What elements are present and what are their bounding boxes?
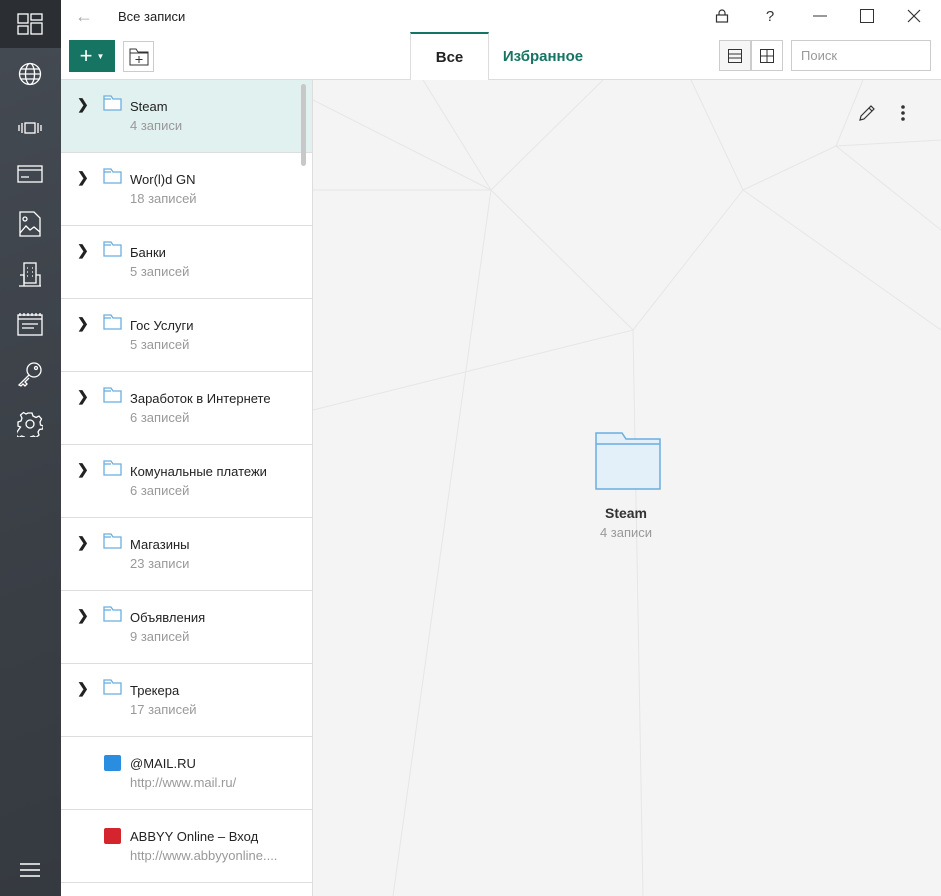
- close-icon[interactable]: [902, 4, 926, 28]
- more-options-icon[interactable]: [900, 104, 906, 127]
- folder-icon: [103, 387, 122, 408]
- chevron-right-icon[interactable]: ❯: [77, 388, 89, 405]
- entry-list: ❯ Steam 4 записи ❯ Wor(l)d GN 18 записей ❯ Банк…: [61, 80, 313, 896]
- chevron-right-icon[interactable]: ❯: [77, 242, 89, 259]
- menu-hamburger-icon[interactable]: [15, 855, 45, 885]
- nav-globe-icon[interactable]: [15, 59, 45, 89]
- new-folder-button[interactable]: [123, 41, 154, 72]
- item-name: @MAIL.RU: [130, 756, 196, 771]
- list-item[interactable]: ❯ Wor(l)d GN 18 записей: [61, 153, 312, 226]
- help-icon[interactable]: ?: [758, 4, 782, 28]
- nav-key-icon[interactable]: [15, 359, 45, 389]
- search-input[interactable]: [791, 40, 931, 71]
- item-name: Комунальные платежи: [130, 464, 267, 479]
- list-item[interactable]: ❯ Магазины 23 записи: [61, 518, 312, 591]
- item-subtitle: 17 записей: [130, 702, 197, 717]
- site-favicon-icon: [104, 755, 121, 771]
- nav-devices-icon[interactable]: [15, 113, 45, 143]
- lock-icon[interactable]: [710, 4, 734, 28]
- chevron-right-icon[interactable]: ❯: [77, 680, 89, 697]
- detail-count: 4 записи: [599, 525, 653, 540]
- item-name: ABBYY Online – Вход: [130, 829, 259, 844]
- list-item[interactable]: ❯ Объявления 9 записей: [61, 591, 312, 664]
- item-subtitle: http://www.abbyyonline....: [130, 848, 278, 863]
- minimize-icon[interactable]: [808, 4, 832, 28]
- list-item[interactable]: ❯ Гос Услуги 5 записей: [61, 299, 312, 372]
- chevron-right-icon[interactable]: ❯: [77, 607, 89, 624]
- item-subtitle: 18 записей: [130, 191, 197, 206]
- item-subtitle: http://www.mail.ru/: [130, 775, 237, 790]
- arrow-left-icon[interactable]: ←: [75, 6, 93, 27]
- folder-large-icon: [593, 432, 663, 495]
- edit-pencil-icon[interactable]: [858, 104, 876, 127]
- folder-icon: [103, 241, 122, 262]
- plus-icon: +: [79, 43, 93, 68]
- item-name: Wor(l)d GN: [130, 172, 196, 187]
- folder-icon: [103, 168, 122, 189]
- top-bar: ← Все записи ? + ▼ Все Избранное: [61, 0, 941, 81]
- nav-rail: [0, 0, 61, 896]
- chevron-right-icon[interactable]: ❯: [77, 169, 89, 186]
- list-item[interactable]: @MAIL.RU http://www.mail.ru/: [61, 737, 312, 810]
- chevron-right-icon[interactable]: ❯: [77, 461, 89, 478]
- list-item[interactable]: ❯ Steam 4 записи: [61, 80, 312, 153]
- chevron-right-icon[interactable]: ❯: [77, 96, 89, 113]
- item-name: Steam: [130, 99, 168, 114]
- grid-view-button[interactable]: [751, 40, 783, 71]
- list-item[interactable]: ❯ Трекера 17 записей: [61, 664, 312, 737]
- nav-notes-icon[interactable]: [15, 309, 45, 339]
- detail-pane: Steam 4 записи: [313, 80, 941, 896]
- item-subtitle: 6 записей: [130, 483, 190, 498]
- item-subtitle: 9 записей: [130, 629, 190, 644]
- detail-name: Steam: [604, 505, 648, 521]
- nav-image-icon[interactable]: [15, 209, 45, 239]
- chevron-down-icon: ▼: [96, 51, 105, 61]
- item-subtitle: 5 записей: [130, 337, 190, 352]
- folder-icon: [103, 314, 122, 335]
- chevron-right-icon[interactable]: ❯: [77, 534, 89, 551]
- nav-dashboard-icon[interactable]: [15, 9, 45, 39]
- list-scrollbar[interactable]: [301, 84, 306, 166]
- nav-building-icon[interactable]: [15, 259, 45, 289]
- item-name: Трекера: [130, 683, 180, 698]
- list-item[interactable]: ❯ Банки 5 записей: [61, 226, 312, 299]
- item-name: Банки: [130, 245, 166, 260]
- list-item[interactable]: ❯ Заработок в Интернете 6 записей: [61, 372, 312, 445]
- tab-favorites[interactable]: Избранное: [498, 32, 588, 80]
- item-subtitle: 5 записей: [130, 264, 190, 279]
- folder-icon: [103, 533, 122, 554]
- window-title: Все записи: [118, 9, 186, 24]
- item-subtitle: 6 записей: [130, 410, 190, 425]
- add-button[interactable]: + ▼: [69, 40, 115, 72]
- site-favicon-icon: [104, 828, 121, 844]
- folder-icon: [103, 606, 122, 627]
- folder-plus-icon: [129, 48, 148, 65]
- list-item[interactable]: ❯ Комунальные платежи 6 записей: [61, 445, 312, 518]
- item-name: Гос Услуги: [130, 318, 194, 333]
- folder-icon: [103, 460, 122, 481]
- list-item[interactable]: ABBYY Online – Вход http://www.abbyyonlin…: [61, 810, 312, 883]
- maximize-icon[interactable]: [855, 4, 879, 28]
- nav-settings-icon[interactable]: [15, 409, 45, 439]
- nav-card-icon[interactable]: [15, 159, 45, 189]
- item-name: Магазины: [130, 537, 190, 552]
- folder-icon: [103, 95, 122, 116]
- chevron-right-icon[interactable]: ❯: [77, 315, 89, 332]
- folder-icon: [103, 679, 122, 700]
- item-subtitle: 23 записи: [130, 556, 190, 571]
- item-subtitle: 4 записи: [130, 118, 183, 133]
- item-name: Объявления: [130, 610, 206, 625]
- item-name: Заработок в Интернете: [130, 391, 271, 406]
- list-view-button[interactable]: [719, 40, 751, 71]
- tab-all[interactable]: Все: [410, 32, 489, 81]
